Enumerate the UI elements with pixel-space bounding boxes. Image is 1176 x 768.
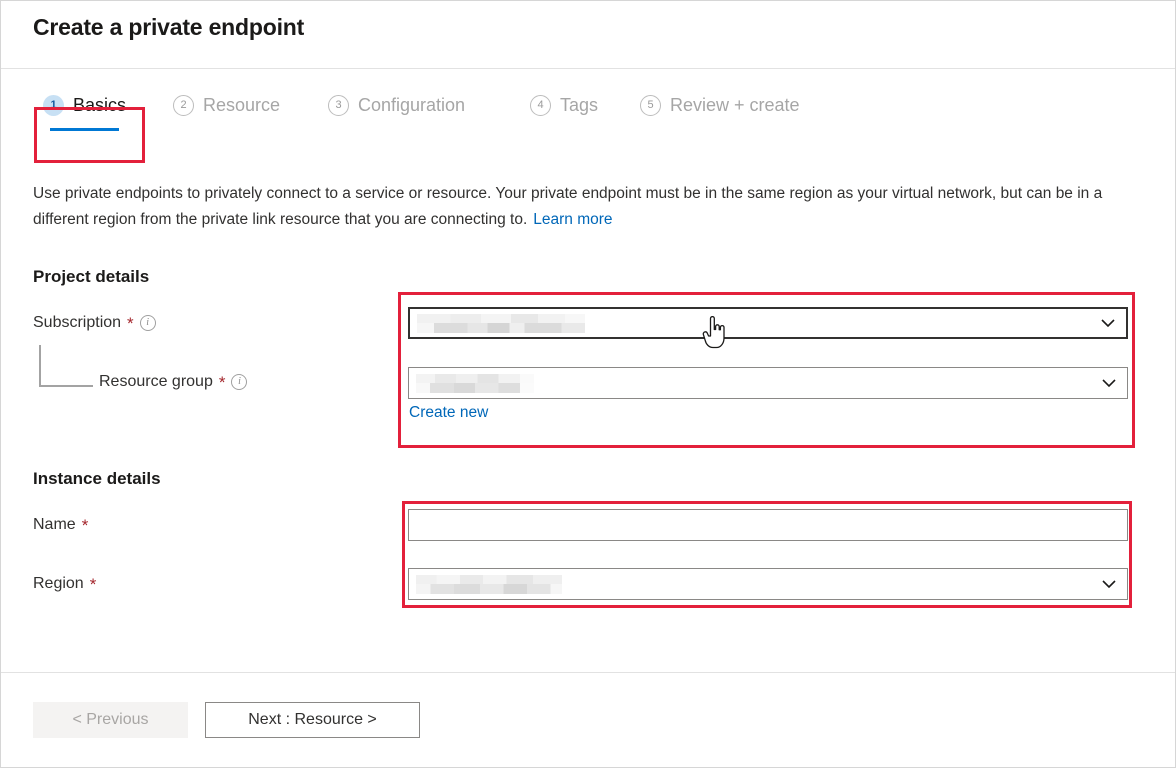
tab-resource[interactable]: 2 Resource xyxy=(173,84,280,126)
subscription-dropdown[interactable] xyxy=(408,307,1128,339)
resource-group-connector-line xyxy=(39,345,93,387)
region-label-text: Region xyxy=(33,575,84,592)
page-header: Create a private endpoint xyxy=(1,1,1175,69)
tab-configuration-label: Configuration xyxy=(358,94,466,115)
tab-resource-label: Resource xyxy=(203,94,281,115)
pointer-hand-cursor xyxy=(702,316,725,349)
region-value-redacted xyxy=(416,574,562,594)
tab-tags-number: 4 xyxy=(530,94,551,116)
subscription-value-redacted xyxy=(417,313,585,333)
resource-group-label: Resource group * i xyxy=(99,372,248,392)
create-new-resource-group-link[interactable]: Create new xyxy=(409,404,488,422)
instance-details-heading: Instance details xyxy=(33,469,161,488)
resource-group-required-asterisk: * xyxy=(218,372,226,392)
resource-group-dropdown[interactable] xyxy=(408,367,1128,399)
subscription-label: Subscription * i xyxy=(33,314,156,332)
tab-configuration-number: 3 xyxy=(328,94,349,116)
previous-button[interactable]: < Previous xyxy=(33,702,188,738)
wizard-footer: < Previous Next : Resource > xyxy=(1,672,1175,767)
wizard-tabs: 1 Basics 2 Resource 3 Configuration 4 Ta… xyxy=(1,69,1175,131)
chevron-down-icon xyxy=(1102,379,1116,388)
chevron-down-icon xyxy=(1102,580,1116,589)
tab-tags-label: Tags xyxy=(560,94,599,115)
next-resource-button[interactable]: Next : Resource > xyxy=(205,702,420,738)
resource-group-info-icon[interactable]: i xyxy=(231,374,248,390)
name-label: Name * xyxy=(33,516,88,534)
resource-group-label-text: Resource group xyxy=(99,373,213,390)
project-details-heading: Project details xyxy=(33,267,150,286)
page-title: Create a private endpoint xyxy=(33,14,305,40)
tab-tags[interactable]: 4 Tags xyxy=(530,84,598,126)
name-required-asterisk: * xyxy=(81,515,89,535)
tab-configuration[interactable]: 3 Configuration xyxy=(328,84,465,126)
name-input[interactable] xyxy=(409,510,1127,540)
name-label-text: Name xyxy=(33,516,76,533)
create-private-endpoint-page: Create a private endpoint 1 Basics 2 Res… xyxy=(0,0,1176,768)
name-input-wrap[interactable] xyxy=(408,509,1128,541)
tab-basics[interactable]: 1 Basics xyxy=(43,84,127,131)
tab-resource-number: 2 xyxy=(173,94,194,116)
region-required-asterisk: * xyxy=(89,574,97,594)
intro-description: Use private endpoints to privately conne… xyxy=(33,181,1118,233)
region-label: Region * xyxy=(33,575,96,593)
subscription-label-text: Subscription xyxy=(33,314,122,331)
region-dropdown[interactable] xyxy=(408,568,1128,600)
tab-review-create[interactable]: 5 Review + create xyxy=(640,84,800,126)
tab-review-create-number: 5 xyxy=(640,94,661,116)
tab-basics-active-underline xyxy=(50,128,120,131)
subscription-required-asterisk: * xyxy=(127,313,134,333)
chevron-down-icon xyxy=(1101,319,1115,328)
tab-review-create-label: Review + create xyxy=(670,94,800,115)
learn-more-link[interactable]: Learn more xyxy=(533,211,612,228)
resource-group-value-redacted xyxy=(416,373,534,393)
subscription-info-icon[interactable]: i xyxy=(139,315,156,331)
tab-basics-number: 1 xyxy=(43,94,64,116)
tab-basics-label: Basics xyxy=(73,94,127,115)
